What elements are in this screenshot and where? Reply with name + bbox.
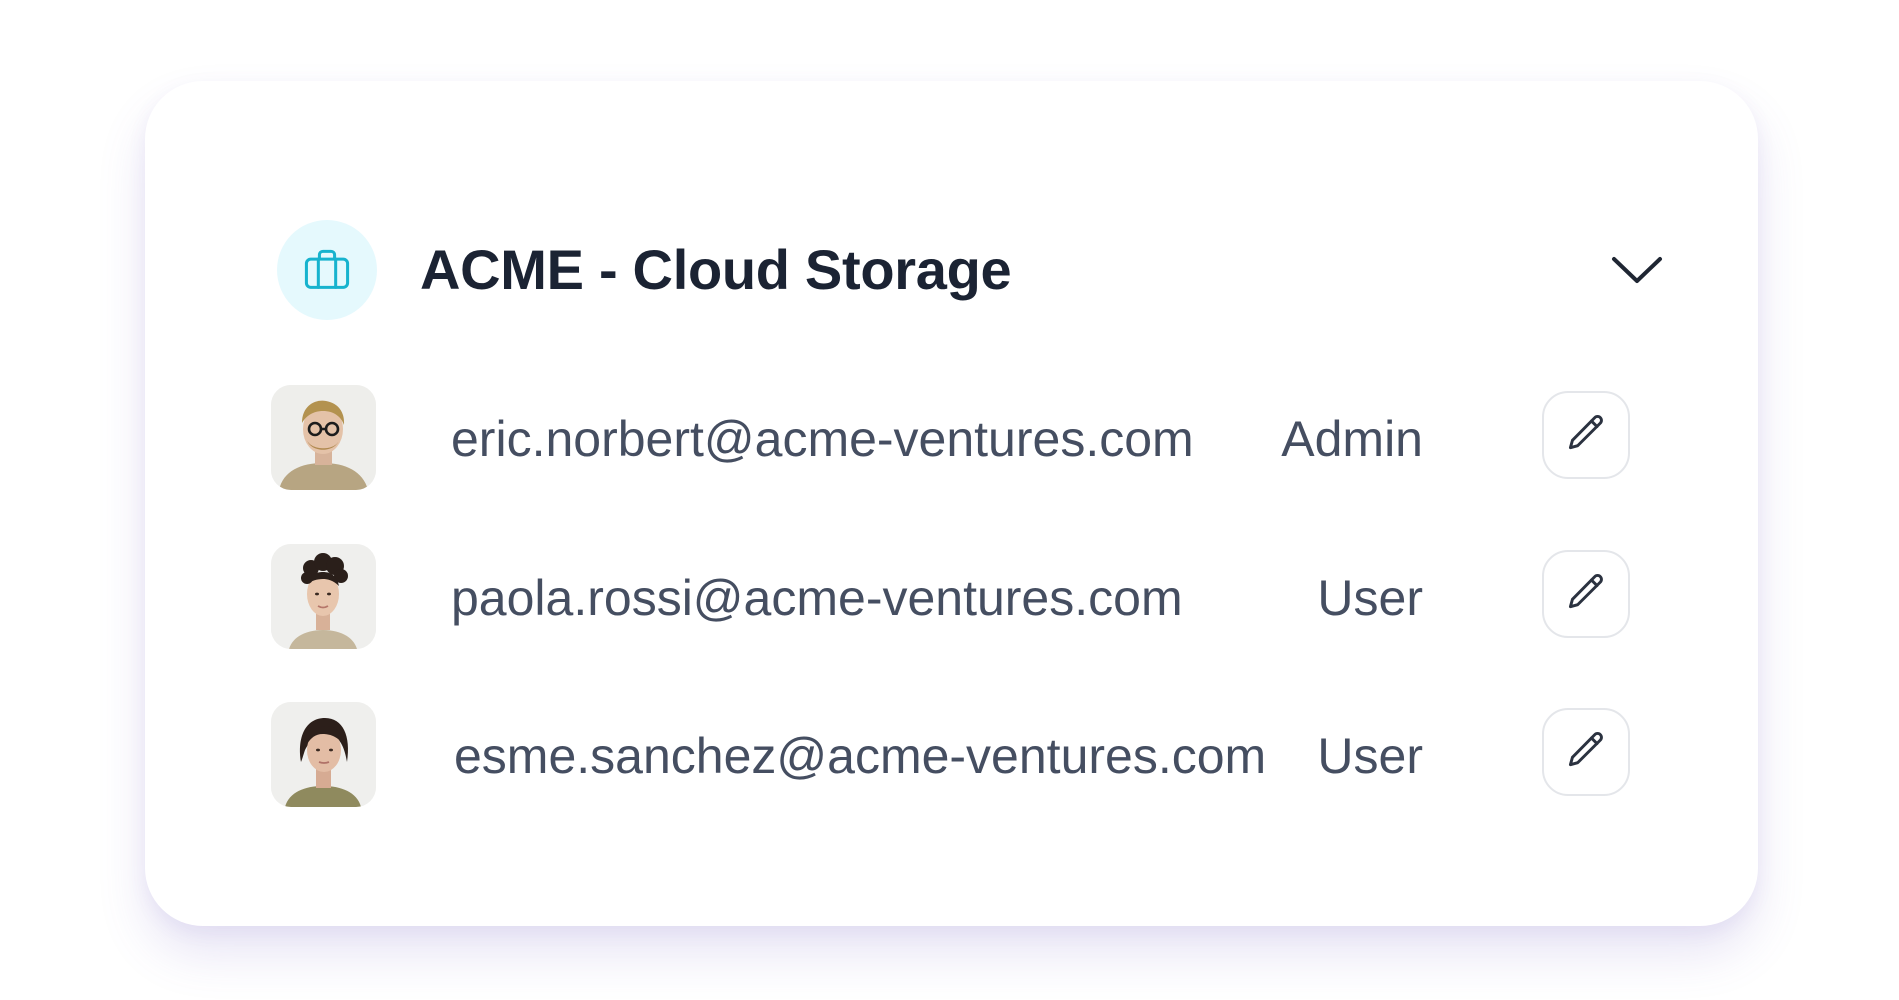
access-group-card: ACME - Cloud Storage eric.norbert@acme-v… [145,81,1758,926]
pencil-icon [1564,728,1608,777]
edit-button[interactable] [1542,391,1630,479]
member-row: paola.rossi@acme-ventures.com User [271,544,1651,652]
avatar [271,702,376,807]
member-role: User [1317,728,1423,784]
member-role: User [1317,570,1423,626]
group-title: ACME - Cloud Storage [420,238,1012,301]
member-row: eric.norbert@acme-ventures.com Admin [271,385,1651,493]
member-email: esme.sanchez@acme-ventures.com [454,728,1267,784]
member-email: paola.rossi@acme-ventures.com [451,570,1183,626]
member-email: eric.norbert@acme-ventures.com [451,411,1194,467]
avatar [271,385,376,490]
member-role: Admin [1281,411,1423,467]
group-header[interactable]: ACME - Cloud Storage [277,220,1662,320]
pencil-icon [1564,411,1608,460]
member-row: esme.sanchez@acme-ventures.com User [271,702,1651,810]
edit-button[interactable] [1542,708,1630,796]
edit-button[interactable] [1542,550,1630,638]
pencil-icon [1564,570,1608,619]
avatar [271,544,376,649]
briefcase-icon [277,220,377,320]
chevron-down-icon[interactable] [1607,246,1667,294]
